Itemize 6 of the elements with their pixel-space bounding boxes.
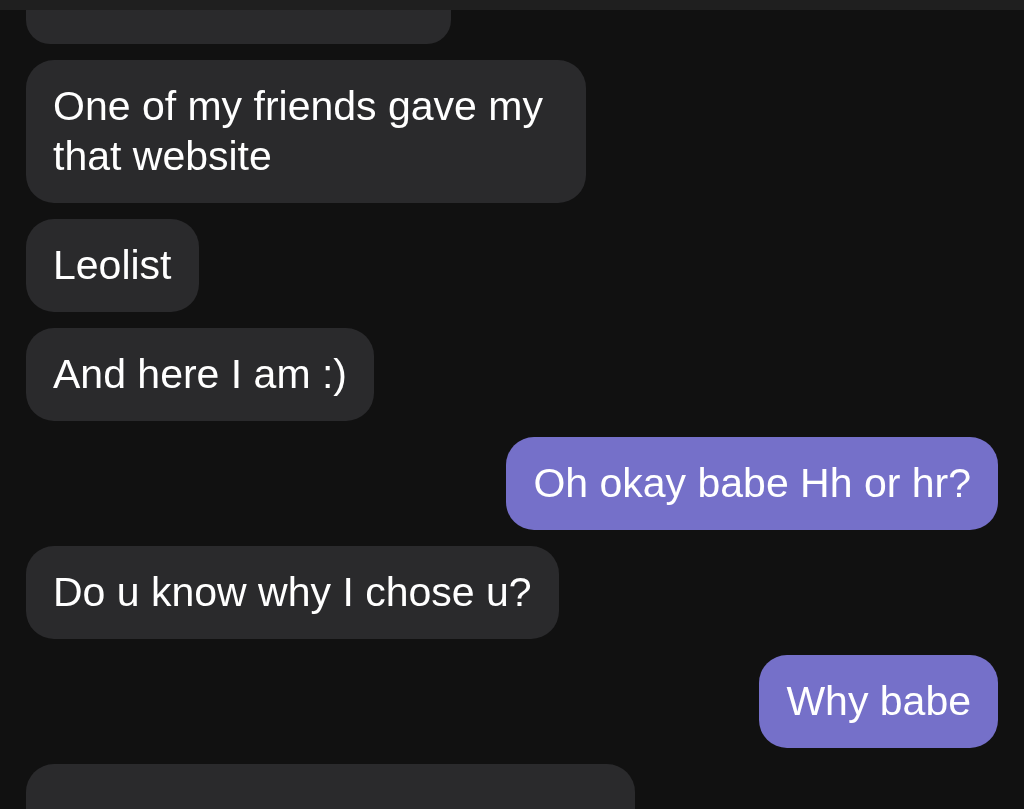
- message-bubble: And here I am :): [26, 328, 374, 421]
- message-bubble: Why babe: [759, 655, 998, 748]
- message-bubble: Oh okay babe Hh or hr?: [506, 437, 998, 530]
- message-bubble: Do u know why I chose u?: [26, 546, 559, 639]
- message-bubble: One of my friends gave my that website: [26, 60, 586, 203]
- message-bubble: Leolist: [26, 219, 199, 312]
